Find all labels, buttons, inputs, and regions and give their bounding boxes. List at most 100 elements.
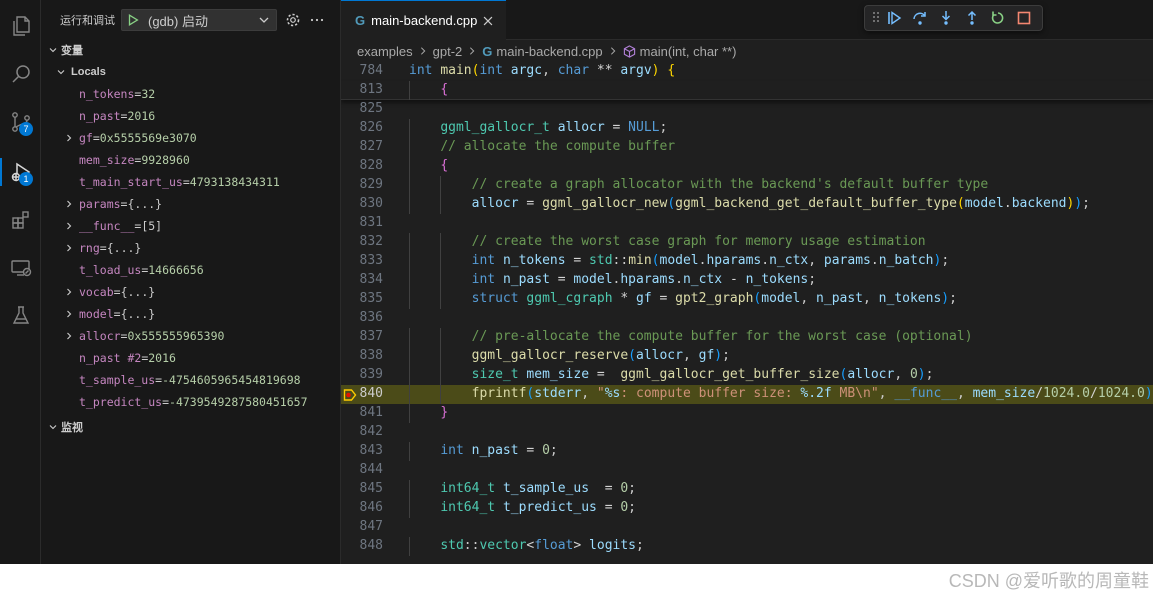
line-number[interactable]: 825 (341, 101, 383, 116)
line-number[interactable]: 842 (341, 424, 383, 439)
line-number[interactable]: 829 (341, 177, 383, 192)
run-debug-icon[interactable]: 1 (0, 152, 41, 192)
code-line[interactable]: 826 ggml_gallocr_t allocr = NULL; (341, 119, 1153, 138)
breadcrumb-function[interactable]: main(int, char **) (640, 44, 737, 59)
code-line[interactable]: 847 (341, 518, 1153, 537)
line-number[interactable]: 834 (341, 272, 383, 287)
source-control-icon[interactable]: 7 (0, 102, 41, 142)
remote-explorer-icon[interactable] (0, 248, 41, 288)
code-line[interactable]: 830 allocr = ggml_gallocr_new(ggml_backe… (341, 195, 1153, 214)
line-number[interactable]: 838 (341, 348, 383, 363)
code-line[interactable]: 841 } (341, 404, 1153, 423)
close-icon[interactable] (480, 13, 496, 29)
code-line[interactable]: 842 (341, 423, 1153, 442)
chevron-right-icon[interactable] (61, 284, 77, 300)
code-line[interactable]: 828 { (341, 157, 1153, 176)
code-line[interactable]: 825 (341, 100, 1153, 119)
line-number[interactable]: 837 (341, 329, 383, 344)
variable-row[interactable]: allocr = 0x555555965390 (41, 325, 340, 347)
code-line[interactable]: 831 (341, 214, 1153, 233)
code-line[interactable]: 845 int64_t t_sample_us = 0; (341, 480, 1153, 499)
code-line[interactable]: 846 int64_t t_predict_us = 0; (341, 499, 1153, 518)
chevron-right-icon[interactable] (61, 218, 77, 234)
breadcrumb-gpt2[interactable]: gpt-2 (433, 44, 463, 59)
variable-row[interactable]: vocab = {...} (41, 281, 340, 303)
chevron-right-icon[interactable] (61, 328, 77, 344)
variable-row[interactable]: __func__ = [5] (41, 215, 340, 237)
code-line[interactable]: 848 std::vector<float> logits; (341, 537, 1153, 556)
watch-section-header[interactable]: 监视 (41, 416, 340, 438)
variables-section-header[interactable]: 变量 (41, 39, 340, 61)
chevron-right-icon[interactable] (61, 240, 77, 256)
code-line[interactable]: 835 struct ggml_cgraph * gf = gpt2_graph… (341, 290, 1153, 309)
code-line[interactable]: 829 // create a graph allocator with the… (341, 176, 1153, 195)
line-number[interactable]: 845 (341, 481, 383, 496)
variable-row[interactable]: rng = {...} (41, 237, 340, 259)
line-number[interactable]: 841 (341, 405, 383, 420)
tab-main-backend-cpp[interactable]: G main-backend.cpp (341, 0, 506, 40)
restart-icon[interactable] (985, 7, 1011, 29)
more-actions-icon[interactable] (309, 12, 325, 28)
variable-row[interactable]: model = {...} (41, 303, 340, 325)
breadcrumb-file[interactable]: main-backend.cpp (496, 44, 602, 59)
code-line[interactable]: 827 // allocate the compute buffer (341, 138, 1153, 157)
line-number[interactable]: 832 (341, 234, 383, 249)
line-number[interactable]: 836 (341, 310, 383, 325)
line-number[interactable]: 839 (341, 367, 383, 382)
sticky-scroll-line[interactable]: 813 { (341, 81, 1153, 100)
variable-row[interactable]: mem_size = 9928960 (41, 149, 340, 171)
start-debugging-icon[interactable] (126, 13, 140, 27)
line-number[interactable]: 843 (341, 443, 383, 458)
chevron-right-icon[interactable] (61, 196, 77, 212)
line-number[interactable]: 833 (341, 253, 383, 268)
code-line[interactable]: 836 (341, 309, 1153, 328)
line-number[interactable]: 835 (341, 291, 383, 306)
locals-scope[interactable]: Locals (41, 61, 340, 83)
testing-icon[interactable] (0, 296, 41, 336)
current-code-line[interactable]: 840 fprintf(stderr, "%s: compute buffer … (341, 385, 1153, 404)
line-number[interactable]: 831 (341, 215, 383, 230)
variable-row[interactable]: params = {...} (41, 193, 340, 215)
extensions-icon[interactable] (0, 200, 41, 240)
variable-row[interactable]: t_load_us = 14666656 (41, 259, 340, 281)
step-into-icon[interactable] (933, 7, 959, 29)
explorer-icon[interactable] (0, 6, 41, 46)
variable-row[interactable]: t_predict_us = -4739549287580451657 (41, 391, 340, 413)
variable-row[interactable]: n_past = 2016 (41, 105, 340, 127)
drag-handle-icon[interactable] (871, 9, 881, 28)
line-number[interactable]: 784 (341, 63, 383, 78)
line-number[interactable]: 826 (341, 120, 383, 135)
code-view[interactable]: 784 int main(int argc, char ** argv) {813… (341, 62, 1153, 556)
code-line[interactable]: 843 int n_past = 0; (341, 442, 1153, 461)
step-out-icon[interactable] (959, 7, 985, 29)
line-number[interactable]: 828 (341, 158, 383, 173)
launch-config-select[interactable]: (gdb) 启动 (121, 9, 277, 31)
line-number[interactable]: 848 (341, 538, 383, 553)
variable-row[interactable]: t_main_start_us = 4793138434311 (41, 171, 340, 193)
paused-breakpoint-icon[interactable] (343, 388, 357, 402)
code-line[interactable]: 837 // pre-allocate the compute buffer f… (341, 328, 1153, 347)
code-line[interactable]: 838 ggml_gallocr_reserve(allocr, gf); (341, 347, 1153, 366)
step-over-icon[interactable] (907, 7, 933, 29)
line-number[interactable]: 844 (341, 462, 383, 477)
line-number[interactable]: 827 (341, 139, 383, 154)
code-line[interactable]: 844 (341, 461, 1153, 480)
line-number[interactable]: 847 (341, 519, 383, 534)
continue-icon[interactable] (881, 7, 907, 29)
variable-row[interactable]: t_sample_us = -4754605965454819698 (41, 369, 340, 391)
stop-icon[interactable] (1011, 7, 1037, 29)
chevron-right-icon[interactable] (61, 306, 77, 322)
variable-row[interactable]: n_past #2 = 2016 (41, 347, 340, 369)
gear-icon[interactable] (285, 12, 301, 28)
line-number[interactable]: 813 (341, 82, 383, 97)
line-number[interactable]: 846 (341, 500, 383, 515)
sticky-scroll-line[interactable]: 784 int main(int argc, char ** argv) { (341, 62, 1153, 81)
code-line[interactable]: 839 size_t mem_size = ggml_gallocr_get_b… (341, 366, 1153, 385)
code-line[interactable]: 832 // create the worst case graph for m… (341, 233, 1153, 252)
code-line[interactable]: 834 int n_past = model.hparams.n_ctx - n… (341, 271, 1153, 290)
variable-row[interactable]: n_tokens = 32 (41, 83, 340, 105)
breadcrumb-examples[interactable]: examples (357, 44, 413, 59)
search-icon[interactable] (0, 54, 41, 94)
code-line[interactable]: 833 int n_tokens = std::min(model.hparam… (341, 252, 1153, 271)
line-number[interactable]: 830 (341, 196, 383, 211)
